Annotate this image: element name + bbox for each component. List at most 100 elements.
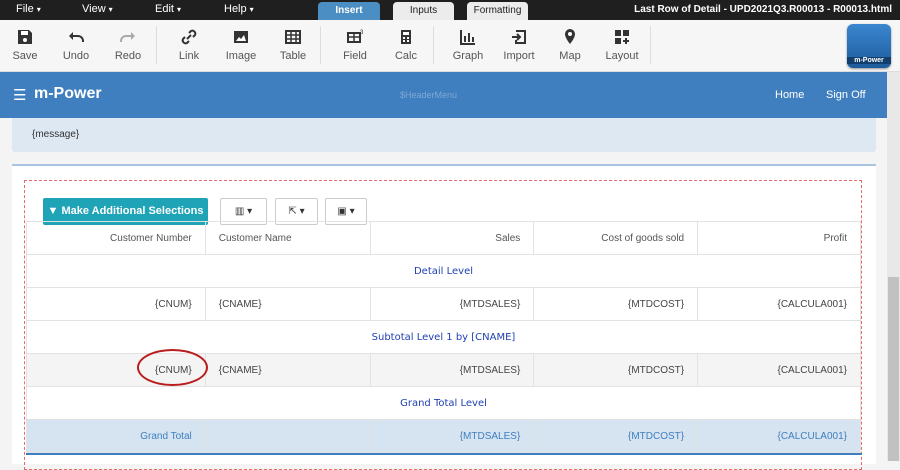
- detail-cost[interactable]: {MTDCOST}: [533, 287, 699, 321]
- menu-edit[interactable]: Edit ▾: [155, 3, 181, 15]
- filter-icon: ▼: [47, 205, 62, 217]
- table-label: Table: [279, 50, 307, 62]
- tab-inputs[interactable]: Inputs: [393, 2, 454, 20]
- menu-bar: File ▾ View ▾ Edit ▾ Help ▾ Insert Inputs Fo…: [0, 0, 900, 20]
- grand-total-profit[interactable]: {CALCULA001}: [697, 419, 861, 453]
- menu-view-label: View: [82, 3, 106, 15]
- import-icon: [494, 28, 544, 50]
- link-label: Link: [178, 50, 200, 62]
- mpower-logo: m-Power: [847, 24, 891, 68]
- col-profit[interactable]: Profit: [697, 221, 861, 255]
- grand-total-cost[interactable]: {MTDCOST}: [533, 419, 699, 453]
- field-button[interactable]: 3 Field: [330, 28, 380, 62]
- tab-formatting[interactable]: Formatting: [467, 2, 528, 20]
- layout-button[interactable]: Layout: [597, 28, 647, 62]
- message-text: {message}: [32, 129, 80, 140]
- toolbar-divider: [433, 26, 434, 64]
- highlight-annotation-circle: [137, 349, 208, 386]
- subtotal-profit[interactable]: {CALCULA001}: [697, 353, 861, 387]
- scrollbar-thumb[interactable]: [888, 277, 899, 461]
- redo-label: Redo: [114, 50, 142, 62]
- detail-sales[interactable]: {MTDSALES}: [369, 287, 535, 321]
- toolbar-divider: [320, 26, 321, 64]
- nav-sign-off[interactable]: Sign Off: [826, 89, 866, 101]
- col-customer-name[interactable]: Customer Name: [204, 221, 371, 255]
- svg-text:3: 3: [360, 30, 364, 36]
- table-header-row: Customer Number Customer Name Sales Cost…: [26, 221, 861, 255]
- map-button[interactable]: Map: [545, 28, 595, 62]
- subtotal-level-row: Subtotal Level 1 by [CNAME]: [26, 320, 861, 354]
- table-button[interactable]: Table: [268, 28, 318, 62]
- detail-profit[interactable]: {CALCULA001}: [697, 287, 861, 321]
- nav-home[interactable]: Home: [775, 89, 804, 101]
- hamburger-menu-icon[interactable]: ☰: [13, 86, 26, 104]
- detail-cnum[interactable]: {CNUM}: [26, 287, 206, 321]
- app-header: ☰ m-Power $HeaderMenu Home Sign Off: [0, 72, 887, 118]
- file-title: Last Row of Detail - UPD2021Q3.R00013 - …: [634, 4, 892, 15]
- save-button[interactable]: Save: [0, 28, 50, 62]
- menu-file-label: File: [16, 3, 34, 15]
- detail-cname[interactable]: {CNAME}: [204, 287, 371, 321]
- toolbar-divider: [650, 26, 651, 64]
- menu-help[interactable]: Help ▾: [224, 3, 254, 15]
- col-cost-of-goods[interactable]: Cost of goods sold: [533, 221, 699, 255]
- field-icon: 3: [330, 28, 380, 50]
- menu-file[interactable]: File ▾: [16, 3, 41, 15]
- grand-total-level-row: Grand Total Level: [26, 386, 861, 420]
- menu-help-label: Help: [224, 3, 247, 15]
- grand-total-level-label: Grand Total Level: [26, 386, 861, 420]
- grand-total-label[interactable]: Grand Total: [26, 419, 206, 453]
- report-table: Customer Number Customer Name Sales Cost…: [26, 221, 861, 453]
- undo-button[interactable]: Undo: [51, 28, 101, 62]
- image-icon: [216, 28, 266, 50]
- link-button[interactable]: Link: [164, 28, 214, 62]
- table-row: {CNUM} {CNAME} {MTDSALES} {MTDCOST} {CAL…: [26, 287, 861, 321]
- chevron-down-icon: ▾: [176, 5, 181, 14]
- logo-text: m-Power: [847, 57, 891, 64]
- col-sales[interactable]: Sales: [369, 221, 535, 255]
- map-label: Map: [559, 50, 581, 62]
- grand-total-sales[interactable]: {MTDSALES}: [369, 419, 535, 453]
- undo-icon: [51, 28, 101, 50]
- subtotal-cost[interactable]: {MTDCOST}: [533, 353, 699, 387]
- save-icon: [0, 28, 50, 50]
- make-additional-selections-label: Make Additional Selections: [61, 205, 204, 217]
- page-scrollbar[interactable]: [887, 72, 900, 461]
- field-label: Field: [343, 50, 367, 62]
- brand-title: m-Power: [34, 85, 102, 102]
- message-box: {message}: [12, 118, 876, 152]
- subtotal-sales[interactable]: {MTDSALES}: [369, 353, 535, 387]
- detail-level-row: Detail Level: [26, 254, 861, 288]
- grand-total-cname[interactable]: [204, 419, 371, 453]
- export-icon: ⇱ ▾: [288, 206, 305, 217]
- import-button[interactable]: Import: [494, 28, 544, 62]
- import-label: Import: [503, 50, 535, 62]
- subtotal-cname[interactable]: {CNAME}: [204, 353, 371, 387]
- bar-chart-icon: [443, 28, 493, 50]
- graph-button[interactable]: Graph: [443, 28, 493, 62]
- save-label: Save: [12, 50, 38, 62]
- calc-button[interactable]: Calc: [381, 28, 431, 62]
- floppy-icon: ▣ ▾: [337, 206, 355, 217]
- toolbar: Save Undo Redo Link Image Table 3 Field …: [0, 20, 900, 72]
- image-button[interactable]: Image: [216, 28, 266, 62]
- graph-label: Graph: [452, 50, 484, 62]
- col-customer-number[interactable]: Customer Number: [26, 221, 206, 255]
- calc-label: Calc: [394, 50, 417, 62]
- table-row: Grand Total {MTDSALES} {MTDCOST} {CALCUL…: [26, 419, 861, 453]
- content-area: {message} ▼ Make Additional Selections ▥…: [0, 118, 887, 470]
- tab-insert[interactable]: Insert: [318, 2, 380, 20]
- subtotal-level-label: Subtotal Level 1 by [CNAME]: [26, 320, 861, 354]
- panel-bottom-border: [26, 453, 862, 455]
- chevron-down-icon: ▾: [108, 5, 113, 14]
- detail-level-label: Detail Level: [26, 254, 861, 288]
- header-menu-placeholder: $HeaderMenu: [400, 90, 458, 100]
- columns-icon: ▥ ▾: [234, 206, 253, 217]
- menu-view[interactable]: View ▾: [82, 3, 113, 15]
- layout-label: Layout: [605, 50, 639, 62]
- redo-icon: [103, 28, 153, 50]
- image-label: Image: [225, 50, 257, 62]
- chevron-down-icon: ▾: [36, 5, 41, 14]
- redo-button[interactable]: Redo: [103, 28, 153, 62]
- link-icon: [164, 28, 214, 50]
